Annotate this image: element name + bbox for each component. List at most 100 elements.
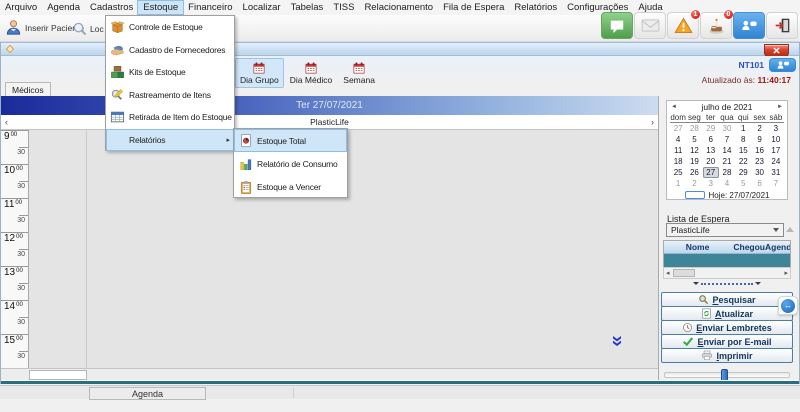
clinic-filter-dropdown[interactable]: PlasticLife [666,223,784,237]
calendar-day-7[interactable]: 7 [719,134,735,145]
submenu-item-estoque-total[interactable]: Estoque Total [234,129,347,152]
room-contacts-button[interactable] [769,58,796,72]
menu-item-cadastro-de-fornecedores[interactable]: Cadastro de Fornecedores [106,39,234,62]
menubar-item-fila-de-espera[interactable]: Fila de Espera [438,1,509,14]
calendar-next-month-button[interactable]: ► [777,104,783,110]
agenda-scrollbar-thumb[interactable] [29,370,87,380]
calendar-day-15[interactable]: 15 [735,145,751,156]
calendar-day-30[interactable]: 30 [719,123,735,134]
calendar-day-27[interactable]: 27 [670,123,686,134]
prev-column-arrow[interactable]: ‹ [5,117,8,127]
scroll-left-arrow-icon[interactable]: ◂ [666,269,670,277]
calendar-day-31[interactable]: 31 [768,167,784,178]
calendar-day-2[interactable]: 2 [751,123,767,134]
calendar-day-14[interactable]: 14 [719,145,735,156]
menubar-item-relacionamento[interactable]: Relacionamento [359,1,438,14]
menu-item-relatorios[interactable]: Relatórios▸ [106,129,234,152]
scroll-right-arrow-icon[interactable]: ▸ [784,269,788,277]
chat-button[interactable] [601,12,633,39]
menu-item-retirada-de-item-do-estoque[interactable]: Retirada de Item do Estoque [106,106,234,129]
calendar-day-24[interactable]: 24 [768,156,784,167]
calendar-day-2[interactable]: 2 [686,178,702,189]
calendar-day-7[interactable]: 7 [768,178,784,189]
menubar-item-arquivo[interactable]: Arquivo [0,1,42,14]
calendar-day-26[interactable]: 26 [686,167,702,178]
calendar-day-16[interactable]: 16 [751,145,767,156]
calendar-day-1[interactable]: 1 [735,123,751,134]
waiting-list-scrollbar[interactable]: ◂ ▸ [663,267,791,279]
tab-medicos[interactable]: Médicos [5,82,51,96]
calendar-day-28[interactable]: 28 [719,167,735,178]
calendar-day-6[interactable]: 6 [703,134,719,145]
calendar-day-6[interactable]: 6 [751,178,767,189]
calendar-day-30[interactable]: 30 [751,167,767,178]
calendar-day-10[interactable]: 10 [768,134,784,145]
menu-item-controle-de-estoque[interactable]: Controle de Estoque [106,16,234,39]
menu-item-rastreamento-de-itens[interactable]: Rastreamento de Itens [106,84,234,107]
waiting-list-scrollbar-thumb[interactable] [673,269,695,277]
exit-button[interactable] [766,12,798,39]
calendar-prev-month-button[interactable]: ◄ [671,104,677,110]
calendar-day-23[interactable]: 23 [751,156,767,167]
scroll-down-chevron-icon[interactable] [613,336,621,346]
calendar-day-3[interactable]: 3 [768,123,784,134]
slider-handle[interactable] [721,369,728,382]
view-tab-dia-grupo[interactable]: Dia Grupo [235,58,284,88]
calendar-day-8[interactable]: 8 [735,134,751,145]
alerts-button[interactable]: 1 [667,12,699,39]
menubar-item-estoque[interactable]: Estoque [138,1,183,14]
view-tab-semana[interactable]: Semana [338,58,380,88]
calendar-day-22[interactable]: 22 [735,156,751,167]
menubar-item-relatorios[interactable]: Relatórios [509,1,562,14]
menubar-item-tabelas[interactable]: Tabelas [286,1,329,14]
calendar-day-20[interactable]: 20 [703,156,719,167]
menubar-item-localizar[interactable]: Localizar [238,1,286,14]
mail-button[interactable] [634,12,666,39]
calendar-day-18[interactable]: 18 [670,156,686,167]
calendar-day-9[interactable]: 9 [751,134,767,145]
menubar-item-cadastros[interactable]: Cadastros [85,1,138,14]
calendar-day-28[interactable]: 28 [686,123,702,134]
locate-patient-button[interactable]: Loc [72,21,104,36]
panel-splitter-grip[interactable] [701,283,753,285]
panel-collapse-arrow-icon[interactable] [786,227,794,232]
tab-agenda[interactable]: Agenda [89,387,206,400]
menubar-item-tiss[interactable]: TISS [328,1,359,14]
calendar-day-19[interactable]: 19 [686,156,702,167]
calendar-day-12[interactable]: 12 [686,145,702,156]
enviar-por-e-mail-button[interactable]: Enviar por E-mail [661,334,793,349]
calendar-day-4[interactable]: 4 [719,178,735,189]
birthdays-button[interactable]: 0 [700,12,732,39]
next-column-arrow[interactable]: › [651,117,654,127]
calendar-day-4[interactable]: 4 [670,134,686,145]
pesquisar-button[interactable]: Pesquisar [661,292,793,307]
calendar-day-29[interactable]: 29 [703,123,719,134]
calendar-day-5[interactable]: 5 [735,178,751,189]
submenu-item-relatorio-de-consumo[interactable]: Relatório de Consumo [234,152,347,175]
calendar-day-17[interactable]: 17 [768,145,784,156]
menu-item-kits-de-estoque[interactable]: Kits de Estoque [106,61,234,84]
calendar-day-5[interactable]: 5 [686,134,702,145]
calendar-day-1[interactable]: 1 [670,178,686,189]
view-tab-dia-medico[interactable]: Dia Médico [285,58,338,88]
remote-support-bubble[interactable]: ↔ [778,296,798,315]
zoom-slider[interactable] [664,369,790,382]
calendar-day-3[interactable]: 3 [703,178,719,189]
calendar-day-27-selected[interactable]: 27 [703,167,719,178]
search-icon [698,294,709,305]
enviar-lembretes-button[interactable]: Enviar Lembretes [661,320,793,335]
submenu-item-estoque-a-vencer[interactable]: Estoque a Vencer [234,176,347,199]
calendar-day-11[interactable]: 11 [670,145,686,156]
agenda-horizontal-scrollbar[interactable] [1,368,658,380]
atualizar-button[interactable]: Atualizar [661,306,793,321]
menubar-item-agenda[interactable]: Agenda [42,1,85,14]
waiting-list-selected-row[interactable] [664,254,790,268]
calendar-day-13[interactable]: 13 [703,145,719,156]
calendar-today-row[interactable]: Hoje: 27/07/2021 [667,189,787,201]
calendar-day-29[interactable]: 29 [735,167,751,178]
calendar-day-25[interactable]: 25 [670,167,686,178]
calendar-day-21[interactable]: 21 [719,156,735,167]
menubar-item-financeiro[interactable]: Financeiro [183,1,237,14]
imprimir-button[interactable]: Imprimir [661,348,793,363]
contacts-button[interactable] [733,12,765,39]
